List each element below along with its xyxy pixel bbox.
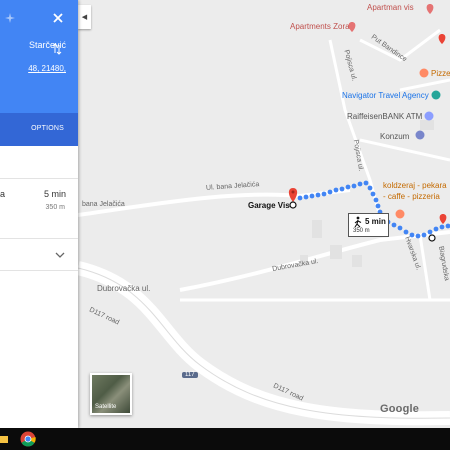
road-dubrovacka-left: Dubrovačka ul. bbox=[97, 284, 151, 293]
directions-panel: Starčević 48, 21480, OPTIONS a 5 min 350… bbox=[0, 0, 78, 428]
walking-time: 5 min bbox=[365, 217, 386, 226]
destination-field[interactable]: 48, 21480, bbox=[28, 64, 66, 73]
options-button[interactable]: OPTIONS bbox=[31, 125, 64, 132]
road-bana-jelacica-left: bana Jelačića bbox=[82, 201, 125, 208]
divider bbox=[0, 270, 78, 271]
poi-caffe-pizzeria[interactable]: - caffe - pizzeria bbox=[383, 192, 440, 201]
chrome-icon[interactable] bbox=[20, 431, 36, 447]
poi-apartman-vis[interactable]: Apartman vis bbox=[367, 3, 414, 12]
walking-distance: 350 m bbox=[353, 228, 370, 234]
poi-raiffeisen-atm[interactable]: RaiffeisenBANK ATM bbox=[347, 112, 422, 121]
poi-navigator-travel-agency[interactable]: Navigator Travel Agency bbox=[342, 91, 429, 100]
poi-konzum[interactable]: Konzum bbox=[380, 132, 409, 141]
poi-garage-vis[interactable]: Garage Vis bbox=[248, 201, 290, 210]
route-time: 5 min bbox=[43, 189, 66, 199]
transport-mode-icon[interactable] bbox=[4, 12, 16, 24]
collapse-panel-button[interactable]: ◀ bbox=[78, 5, 91, 29]
file-explorer-icon[interactable] bbox=[0, 434, 10, 444]
route-label: a bbox=[0, 189, 6, 199]
satellite-label: Satellite bbox=[95, 404, 117, 410]
close-icon[interactable] bbox=[52, 12, 64, 24]
google-logo: Google bbox=[380, 403, 420, 415]
satellite-toggle[interactable]: Satellite bbox=[90, 373, 132, 415]
taskbar bbox=[0, 428, 450, 450]
swap-directions-icon[interactable] bbox=[52, 43, 62, 55]
divider bbox=[0, 238, 78, 239]
poi-koldzeraj[interactable]: koldzeraj - pekara bbox=[383, 181, 447, 190]
chevron-left-icon: ◀ bbox=[81, 14, 88, 21]
route-distance: 350 m bbox=[45, 204, 65, 211]
poi-pizzeria[interactable]: Pizze bbox=[431, 69, 450, 78]
chevron-down-icon[interactable] bbox=[55, 251, 65, 259]
walking-info-box[interactable]: 5 min 350 m bbox=[348, 213, 389, 237]
road-shield-117: 117 bbox=[182, 372, 198, 378]
divider bbox=[0, 178, 78, 179]
walking-person-icon bbox=[354, 216, 362, 228]
poi-apartments-zora[interactable]: Apartments Zora bbox=[290, 22, 350, 31]
directions-header: Starčević 48, 21480, bbox=[0, 0, 78, 113]
